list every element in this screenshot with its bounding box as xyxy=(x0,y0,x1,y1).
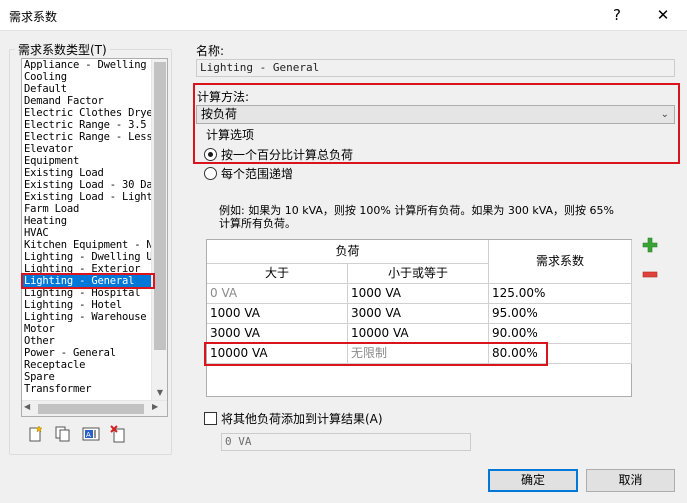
table-cell-factor[interactable]: 125.00% xyxy=(489,284,632,304)
horizontal-scroll-thumb[interactable] xyxy=(38,404,144,414)
header-demand-factor: 需求系数 xyxy=(489,240,632,284)
radio-incremental-range-label: 每个范围递增 xyxy=(221,167,294,181)
horizontal-scrollbar[interactable]: ◀ ▶ xyxy=(22,400,167,416)
type-list-item[interactable]: Heating xyxy=(22,215,153,227)
cancel-button[interactable]: 取消 xyxy=(586,469,675,492)
header-greater-than: 大于 xyxy=(207,264,348,284)
type-list-item[interactable]: Existing Load - 30 Da xyxy=(22,179,153,191)
type-list-item[interactable]: Lighting - Exterior xyxy=(22,263,153,275)
type-list-item[interactable]: Lighting - General xyxy=(22,275,153,287)
table-cell-less-equal[interactable]: 3000 VA xyxy=(348,304,489,324)
additional-load-field: 0 VA xyxy=(221,433,471,451)
type-listbox[interactable]: Appliance - Dwelling f Cooling Default Dema… xyxy=(21,58,168,417)
table-cell-greater[interactable]: 0 VA xyxy=(207,284,348,304)
minus-icon[interactable] xyxy=(642,268,658,278)
chevron-down-icon: ⌄ xyxy=(660,109,669,120)
calc-method-label: 计算方法: xyxy=(197,90,250,104)
type-list-item[interactable]: Electric Range - 3.5 k xyxy=(22,119,153,131)
load-table: 负荷 大于 小于或等于 需求系数 0 VA 1000 VA 125.00% 1000 … xyxy=(206,239,632,397)
radio-incremental-range[interactable]: 每个范围递增 xyxy=(204,165,293,182)
type-list-items: Appliance - Dwelling f Cooling Default Dema… xyxy=(22,59,153,395)
type-list-item[interactable]: Other xyxy=(22,335,153,347)
table-row[interactable]: 0 VA 1000 VA 125.00% xyxy=(207,284,633,304)
close-button[interactable]: ✕ xyxy=(648,4,678,26)
table-row[interactable]: 10000 VA 无限制 80.00% xyxy=(207,344,633,364)
type-list-item[interactable]: Equipment xyxy=(22,155,153,167)
type-list-item[interactable]: Lighting - Warehouse xyxy=(22,311,153,323)
new-type-icon[interactable] xyxy=(27,425,45,443)
radio-unselected-icon xyxy=(204,167,217,180)
table-row[interactable]: 1000 VA 3000 VA 95.00% xyxy=(207,304,633,324)
table-cell-greater[interactable]: 10000 VA xyxy=(207,344,348,364)
type-list-item[interactable]: Transformer xyxy=(22,383,153,395)
type-list-item[interactable]: Spare xyxy=(22,371,153,383)
plus-icon[interactable] xyxy=(642,237,658,253)
type-list-item[interactable]: Lighting - Dwelling U xyxy=(22,251,153,263)
calc-method-value: 按负荷 xyxy=(201,107,238,121)
table-cell-factor[interactable]: 90.00% xyxy=(489,324,632,344)
svg-text:A: A xyxy=(86,431,91,439)
table-cell-less-equal[interactable]: 1000 VA xyxy=(348,284,489,304)
checkbox-unchecked-icon xyxy=(204,412,217,425)
example-text: 例如: 如果为 10 kVA，则按 100% 计算所有负荷。如果为 300 kV… xyxy=(219,204,614,230)
delete-type-icon[interactable] xyxy=(110,425,128,443)
type-list-item[interactable]: Receptacle xyxy=(22,359,153,371)
type-list-item[interactable]: Kitchen Equipment - N xyxy=(22,239,153,251)
type-list-item[interactable]: Motor xyxy=(22,323,153,335)
table-cell-factor[interactable]: 95.00% xyxy=(489,304,632,324)
rename-type-icon[interactable]: A xyxy=(82,425,100,443)
type-list-item[interactable]: Default xyxy=(22,83,153,95)
type-list-item[interactable]: Lighting - Hotel xyxy=(22,299,153,311)
add-other-loads-label: 将其他负荷添加到计算结果(A) xyxy=(221,412,383,426)
scroll-down-icon[interactable]: ▼ xyxy=(154,386,166,400)
table-cell-greater[interactable]: 1000 VA xyxy=(207,304,348,324)
scroll-left-icon[interactable]: ◀ xyxy=(24,402,30,411)
name-label: 名称: xyxy=(196,44,225,58)
type-list-item[interactable]: Electric Clothes Drye xyxy=(22,107,153,119)
title-bar: 需求系数 ? ✕ xyxy=(0,0,687,31)
type-list-item[interactable]: Appliance - Dwelling f xyxy=(22,59,153,71)
type-list-item[interactable]: Lighting - Hospital xyxy=(22,287,153,299)
radio-percent-total[interactable]: 按一个百分比计算总负荷 xyxy=(204,146,353,163)
window-title: 需求系数 xyxy=(9,10,58,24)
header-less-or-equal: 小于或等于 xyxy=(348,264,489,284)
add-other-loads-checkbox[interactable]: 将其他负荷添加到计算结果(A) xyxy=(204,410,383,427)
type-list-item[interactable]: Existing Load - Light xyxy=(22,191,153,203)
type-list-item[interactable]: Farm Load xyxy=(22,203,153,215)
header-load: 负荷 xyxy=(207,240,489,264)
type-list-label: 需求系数类型(T) xyxy=(15,41,110,58)
ok-button[interactable]: 确定 xyxy=(488,469,578,492)
table-cell-less-equal[interactable]: 10000 VA xyxy=(348,324,489,344)
table-row[interactable]: 3000 VA 10000 VA 90.00% xyxy=(207,324,633,344)
type-list-item[interactable]: Existing Load xyxy=(22,167,153,179)
table-cell-less-equal[interactable]: 无限制 xyxy=(348,344,489,364)
table-cell-factor[interactable]: 80.00% xyxy=(489,344,632,364)
radio-selected-icon xyxy=(204,148,217,161)
vertical-scrollbar[interactable]: ▼ xyxy=(151,59,167,400)
radio-percent-total-label: 按一个百分比计算总负荷 xyxy=(221,148,354,162)
calc-method-dropdown[interactable]: 按负荷 ⌄ xyxy=(196,105,675,124)
table-cell-greater[interactable]: 3000 VA xyxy=(207,324,348,344)
calc-options-label: 计算选项 xyxy=(206,128,255,142)
type-list-item[interactable]: Electric Range - Less xyxy=(22,131,153,143)
duplicate-type-icon[interactable] xyxy=(54,425,72,443)
name-field[interactable]: Lighting - General xyxy=(196,59,675,77)
type-list-item[interactable]: Power - General xyxy=(22,347,153,359)
type-list-item[interactable]: Elevator xyxy=(22,143,153,155)
vertical-scroll-thumb[interactable] xyxy=(154,62,166,350)
help-button[interactable]: ? xyxy=(602,4,632,26)
type-list-item[interactable]: Demand Factor xyxy=(22,95,153,107)
type-list-item[interactable]: HVAC xyxy=(22,227,153,239)
type-list-item[interactable]: Cooling xyxy=(22,71,153,83)
scroll-right-icon[interactable]: ▶ xyxy=(152,402,158,411)
